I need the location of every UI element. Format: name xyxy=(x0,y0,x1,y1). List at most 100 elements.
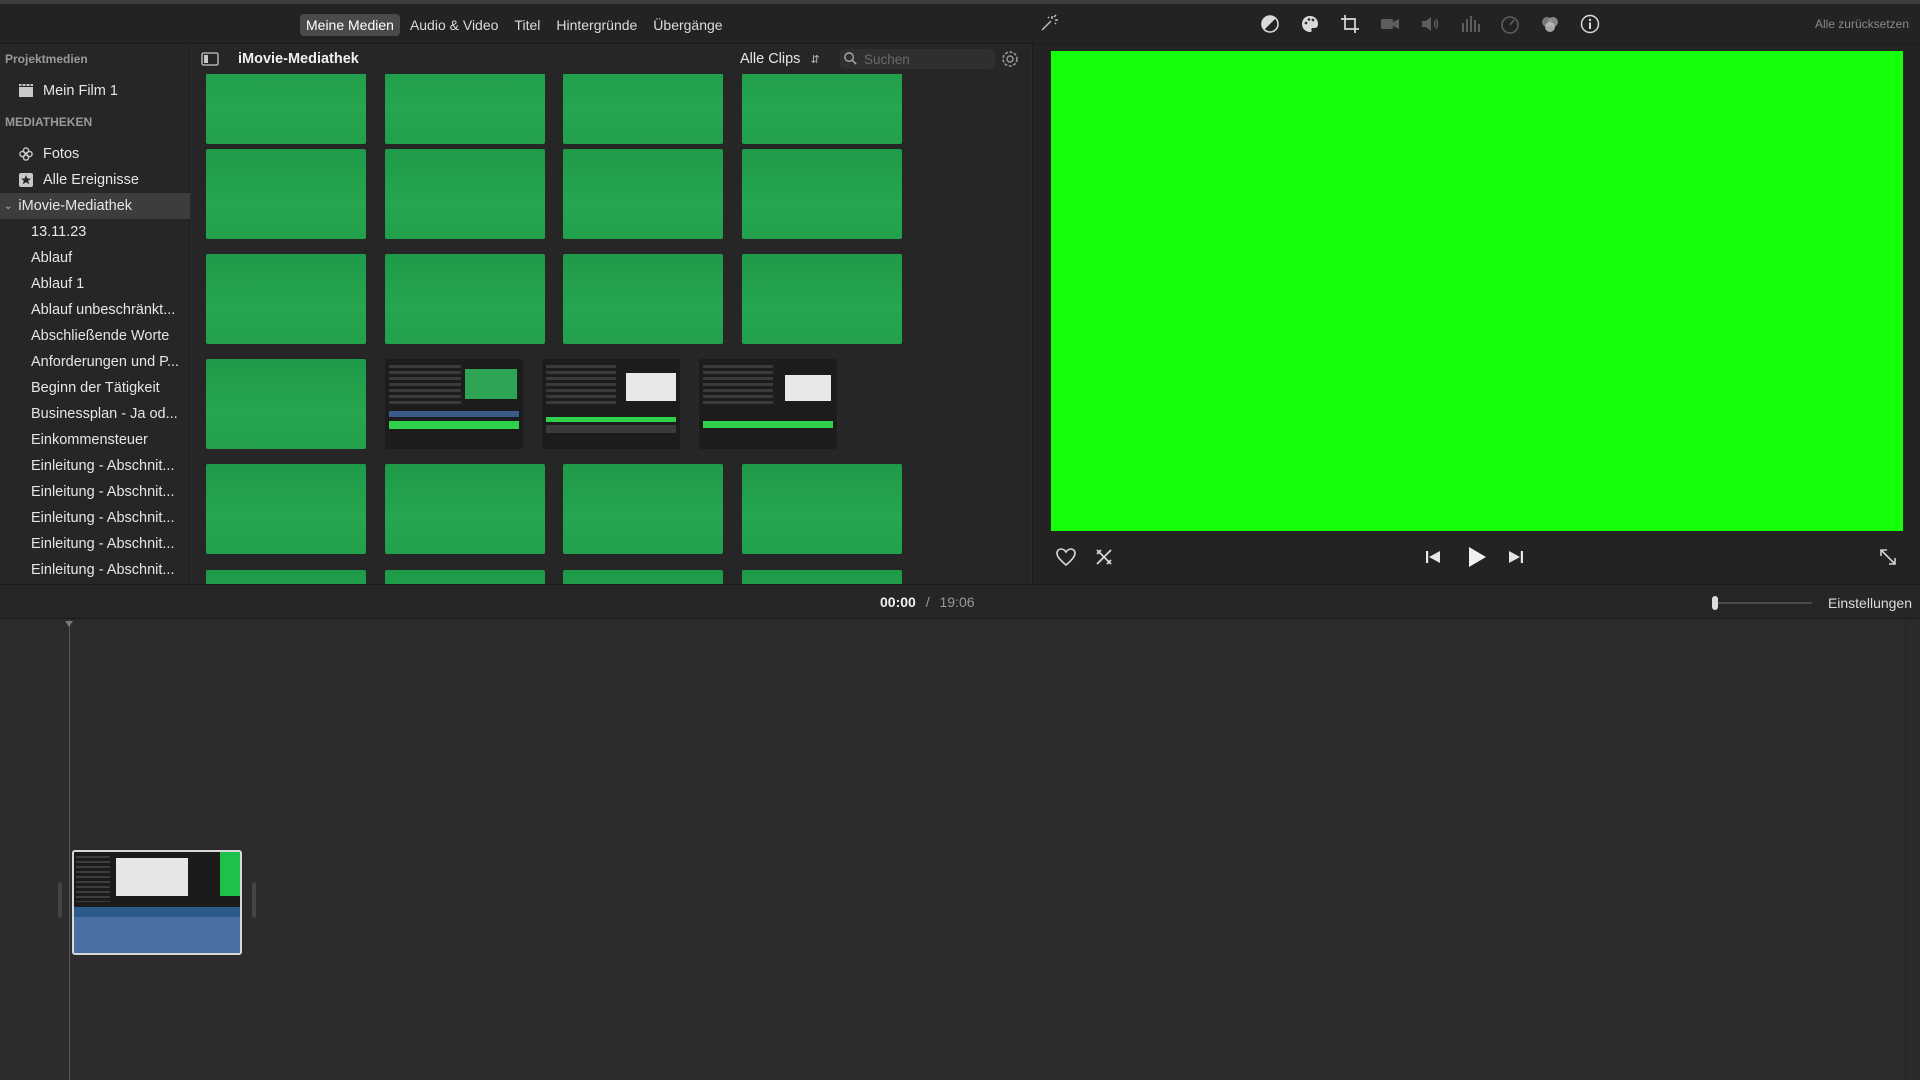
sidebar-item-event[interactable]: Anforderungen und P... xyxy=(0,349,190,375)
magic-wand-icon[interactable] xyxy=(1036,12,1060,36)
clip-thumbnail[interactable] xyxy=(206,359,366,449)
skip-back-icon[interactable] xyxy=(1422,546,1444,573)
sidebar-item-film[interactable]: Mein Film 1 xyxy=(0,78,190,104)
clip-thumbnail[interactable] xyxy=(206,149,366,239)
tab-transitions[interactable]: Übergänge xyxy=(647,14,728,36)
media-browser xyxy=(191,74,1031,584)
playhead-marker[interactable] xyxy=(65,621,73,627)
clip-thumbnail[interactable] xyxy=(385,464,545,554)
sidebar-toggle-icon[interactable] xyxy=(201,51,219,72)
tab-audio-video[interactable]: Audio & Video xyxy=(404,14,504,36)
stabilization-icon[interactable] xyxy=(1378,12,1402,36)
clip-filter-select[interactable]: Alle Clips ⇵ xyxy=(740,51,820,67)
current-time: 00:00 xyxy=(880,594,916,610)
adjustment-tools xyxy=(1258,12,1602,36)
sidebar: Projektmedien Mein Film 1 MEDIATHEKEN Fo… xyxy=(0,44,190,584)
viewer-controls xyxy=(1032,540,1920,584)
screen-recording-thumbnail[interactable] xyxy=(542,359,680,449)
clip-thumbnail[interactable] xyxy=(385,254,545,344)
heart-icon[interactable] xyxy=(1054,545,1078,574)
sidebar-item-event[interactable]: Einleitung - Abschnit... xyxy=(0,531,190,557)
clip-thumbnail[interactable] xyxy=(206,254,366,344)
sidebar-item-event[interactable]: Einkommensteuer xyxy=(0,427,190,453)
clip-trim-handle-right[interactable] xyxy=(252,882,256,918)
sidebar-item-label: iMovie-Mediathek xyxy=(18,198,133,214)
tab-titles[interactable]: Titel xyxy=(508,14,546,36)
sidebar-item-event[interactable]: 13.11.23 xyxy=(0,219,190,245)
sidebar-item-event[interactable]: Beginn der Tätigkeit xyxy=(0,375,190,401)
star-icon xyxy=(18,172,34,188)
chevron-down-icon[interactable]: ⌄ xyxy=(4,201,12,212)
toolbar: Meine Medien Audio & Video Titel Hinterg… xyxy=(0,4,1920,44)
timecode: 00:00 / 19:06 xyxy=(880,594,1080,610)
search-field[interactable]: Suchen xyxy=(840,49,995,69)
sidebar-item-event[interactable]: Businessplan - Ja od... xyxy=(0,401,190,427)
clip-thumbnail[interactable] xyxy=(742,464,902,554)
clip-thumbnail[interactable] xyxy=(742,570,902,584)
screen-recording-thumbnail[interactable] xyxy=(385,359,523,449)
timeline-settings-button[interactable]: Einstellungen xyxy=(1820,595,1912,611)
sidebar-item-event[interactable]: Einleitung - Abschnit... xyxy=(0,479,190,505)
sidebar-item-event[interactable]: Ablauf xyxy=(0,245,190,271)
clip-thumbnail[interactable] xyxy=(385,149,545,239)
volume-icon[interactable] xyxy=(1418,12,1442,36)
reject-icon[interactable] xyxy=(1092,545,1116,574)
sidebar-item-library[interactable]: ⌄ iMovie-Mediathek xyxy=(0,193,190,219)
search-icon xyxy=(843,51,858,71)
clip-thumbnail[interactable] xyxy=(742,149,902,239)
playhead-line[interactable] xyxy=(69,620,70,1080)
clip-thumbnail[interactable] xyxy=(206,570,366,584)
sidebar-item-event[interactable]: Einleitung - Abschnit... xyxy=(0,505,190,531)
time-bar: 00:00 / 19:06 Einstellungen xyxy=(0,584,1920,619)
clip-thumbnail[interactable] xyxy=(563,149,723,239)
viewer-preview[interactable] xyxy=(1051,51,1903,531)
sidebar-section-libraries: MEDIATHEKEN xyxy=(5,115,93,129)
timeline-scrollbar[interactable] xyxy=(1905,620,1920,1080)
sidebar-item-event[interactable]: Einleitung - Abschnit... xyxy=(0,557,190,583)
browser-title: iMovie-Mediathek xyxy=(238,51,359,67)
info-icon[interactable] xyxy=(1578,12,1602,36)
clip-filter-value: Alle Clips xyxy=(740,51,801,67)
clip-thumbnail[interactable] xyxy=(563,254,723,344)
sidebar-item-photos[interactable]: Fotos xyxy=(0,141,190,167)
time-separator: / xyxy=(925,594,930,610)
media-tabs: Meine Medien Audio & Video Titel Hinterg… xyxy=(300,14,729,36)
equalizer-icon[interactable] xyxy=(1458,12,1482,36)
screen-recording-thumbnail[interactable] xyxy=(699,359,837,449)
sidebar-item-all-events[interactable]: Alle Ereignisse xyxy=(0,167,190,193)
clip-thumbnail[interactable] xyxy=(563,74,723,144)
reset-all-button[interactable]: Alle zurücksetzen xyxy=(1700,17,1909,31)
clip-thumbnail[interactable] xyxy=(385,74,545,144)
tab-backgrounds[interactable]: Hintergründe xyxy=(550,14,643,36)
clip-thumbnail[interactable] xyxy=(385,570,545,584)
zoom-slider-handle[interactable] xyxy=(1712,596,1718,610)
sidebar-item-event[interactable]: Einleitung - Abschnit... xyxy=(0,453,190,479)
photos-icon xyxy=(18,146,34,162)
color-balance-icon[interactable] xyxy=(1258,12,1282,36)
clip-thumbnail[interactable] xyxy=(563,570,723,584)
timeline-clip[interactable] xyxy=(72,850,242,955)
sidebar-item-label: Mein Film 1 xyxy=(43,83,118,99)
color-palette-icon[interactable] xyxy=(1298,12,1322,36)
zoom-slider[interactable] xyxy=(1712,596,1812,610)
clip-thumbnail[interactable] xyxy=(742,254,902,344)
tab-my-media[interactable]: Meine Medien xyxy=(300,14,400,36)
sidebar-item-event[interactable]: Abschließende Worte xyxy=(0,323,190,349)
skip-forward-icon[interactable] xyxy=(1505,546,1527,573)
clip-thumbnail[interactable] xyxy=(563,464,723,554)
play-icon[interactable] xyxy=(1463,544,1489,575)
speed-icon[interactable] xyxy=(1498,12,1522,36)
timeline[interactable] xyxy=(0,620,1920,1080)
sidebar-section-project-media: Projektmedien xyxy=(5,52,88,66)
clip-trim-handle-left[interactable] xyxy=(58,882,62,918)
gear-icon[interactable] xyxy=(1000,49,1020,74)
sidebar-item-label: Fotos xyxy=(43,146,80,162)
clip-thumbnail[interactable] xyxy=(206,74,366,144)
filter-icon[interactable] xyxy=(1538,12,1562,36)
sidebar-item-event[interactable]: Ablauf 1 xyxy=(0,271,190,297)
sidebar-item-event[interactable]: Ablauf unbeschränkt... xyxy=(0,297,190,323)
clip-thumbnail[interactable] xyxy=(742,74,902,144)
crop-icon[interactable] xyxy=(1338,12,1362,36)
fullscreen-icon[interactable] xyxy=(1877,546,1899,573)
clip-thumbnail[interactable] xyxy=(206,464,366,554)
